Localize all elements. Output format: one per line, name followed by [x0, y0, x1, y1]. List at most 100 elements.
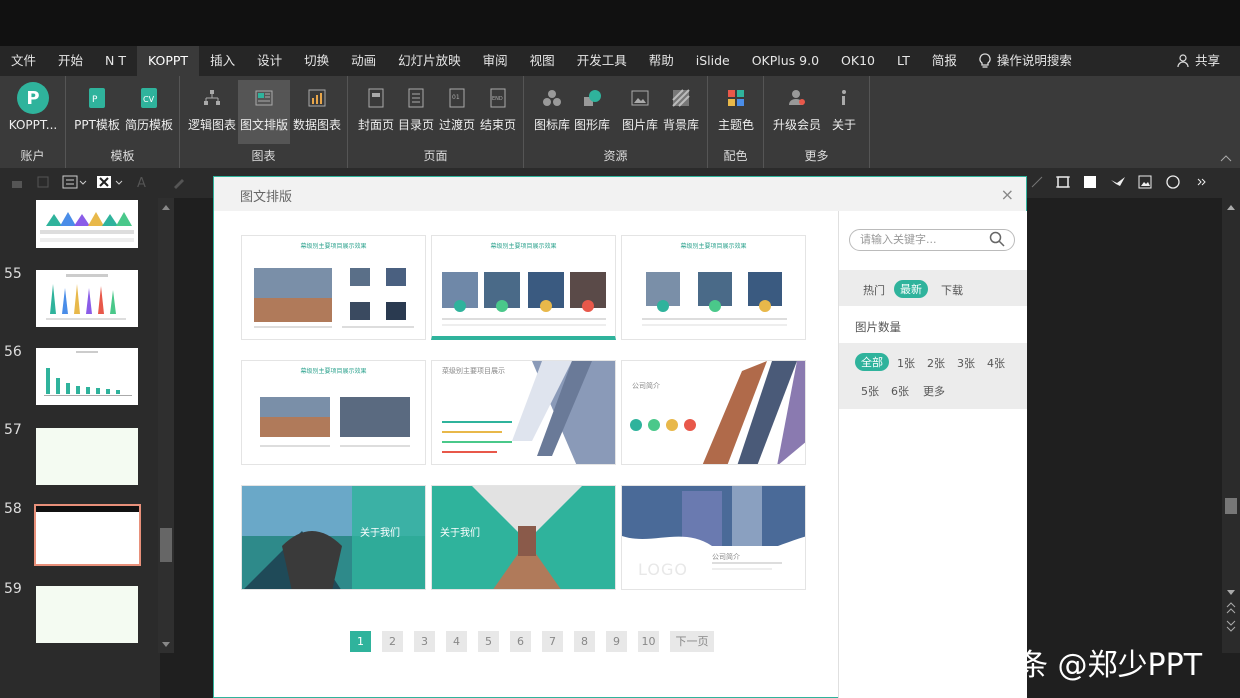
slide-thumb-58-selected[interactable]: [34, 504, 141, 566]
page-button[interactable]: 9: [606, 631, 627, 652]
tab-lt[interactable]: LT: [886, 46, 921, 76]
scroll-up-icon[interactable]: [162, 204, 170, 210]
tab-home[interactable]: 开始: [47, 46, 94, 76]
page-button[interactable]: 4: [446, 631, 467, 652]
upgrade-member-button[interactable]: 升级会员: [770, 80, 824, 144]
fill-square-icon[interactable]: [1083, 174, 1099, 190]
page-button[interactable]: 1: [350, 631, 371, 652]
slide-thumb-55[interactable]: [36, 270, 138, 327]
next-slide-icon[interactable]: [1226, 620, 1236, 632]
page-button[interactable]: 6: [510, 631, 531, 652]
template-card[interactable]: 关于我们: [241, 485, 426, 590]
textbox-icon[interactable]: [62, 174, 88, 190]
slide-panel-scrollbar[interactable]: [158, 198, 174, 653]
sort-hot[interactable]: 热门: [863, 282, 885, 298]
theme-color-button[interactable]: 主题色: [714, 80, 758, 144]
scroll-thumb[interactable]: [160, 528, 172, 562]
tab-okplus[interactable]: OKPlus 9.0: [741, 46, 830, 76]
slide-thumb-59[interactable]: [36, 586, 138, 643]
template-card[interactable]: 幕级别主要项目展示效果: [621, 235, 806, 340]
page-button[interactable]: 8: [574, 631, 595, 652]
next-page-button[interactable]: 下一页: [670, 631, 714, 652]
template-card[interactable]: 公司简介: [621, 360, 806, 465]
bird-icon[interactable]: [1110, 174, 1126, 190]
tab-islide[interactable]: iSlide: [685, 46, 741, 76]
cover-page-button[interactable]: 封面页: [356, 80, 396, 144]
count-3[interactable]: 3张: [957, 355, 975, 371]
close-icon[interactable]: ×: [1001, 185, 1014, 204]
data-chart-button[interactable]: 数据图表: [290, 80, 344, 144]
transform-icon[interactable]: [1030, 174, 1046, 190]
template-card[interactable]: 菜级别主要项目展示: [431, 360, 616, 465]
count-all[interactable]: 全部: [855, 353, 889, 371]
sort-latest[interactable]: 最新: [894, 280, 928, 298]
tab-insert[interactable]: 插入: [199, 46, 246, 76]
page-button[interactable]: 10: [638, 631, 659, 652]
template-card[interactable]: 幕级别主要项目展示效果: [241, 360, 426, 465]
prev-slide-icon[interactable]: [1226, 602, 1236, 614]
background-library-button[interactable]: 背景库: [660, 80, 702, 144]
scroll-up-icon[interactable]: [1227, 204, 1235, 210]
tab-slideshow[interactable]: 幻灯片放映: [387, 46, 472, 76]
count-1[interactable]: 1张: [897, 355, 915, 371]
toc-page-button[interactable]: 目录页: [396, 80, 436, 144]
icon-library-button[interactable]: 图标库: [532, 80, 572, 144]
crop-frame-icon[interactable]: [1056, 174, 1072, 190]
shape-library-button[interactable]: 图形库: [572, 80, 612, 144]
count-5[interactable]: 5张: [861, 383, 879, 399]
tab-file[interactable]: 文件: [0, 46, 47, 76]
tab-design[interactable]: 设计: [246, 46, 293, 76]
select-icon[interactable]: [36, 174, 52, 190]
count-6[interactable]: 6张: [891, 383, 909, 399]
template-card[interactable]: 幕级别主要项目展示效果: [241, 235, 426, 340]
lock-icon[interactable]: [10, 174, 26, 190]
logic-chart-button[interactable]: 逻辑图表: [186, 80, 238, 144]
tab-view[interactable]: 视图: [519, 46, 566, 76]
tab-review[interactable]: 审阅: [472, 46, 519, 76]
slide-thumb-54[interactable]: [36, 200, 138, 248]
slide-thumb-57[interactable]: [36, 428, 138, 485]
count-more[interactable]: 更多: [923, 383, 945, 399]
editor-scrollbar[interactable]: [1222, 198, 1240, 653]
resume-template-button[interactable]: CV 简历模板: [122, 80, 176, 144]
sort-download[interactable]: 下载: [941, 282, 963, 298]
pen-icon[interactable]: [172, 174, 188, 190]
koppt-account-button[interactable]: P KOPPT...: [4, 80, 62, 144]
tab-koppt[interactable]: KOPPT: [137, 46, 200, 76]
page-button[interactable]: 2: [382, 631, 403, 652]
layout-chart-button[interactable]: 图文排版: [238, 80, 290, 144]
ppt-template-button[interactable]: P PPT模板: [72, 80, 122, 144]
picture-icon[interactable]: [1138, 174, 1154, 190]
slide-thumb-56[interactable]: [36, 348, 138, 405]
template-card-selected[interactable]: 幕级别主要项目展示效果: [431, 235, 616, 340]
scroll-down-icon[interactable]: [1227, 590, 1235, 596]
tab-nt[interactable]: N T: [94, 46, 137, 76]
scroll-down-icon[interactable]: [162, 642, 170, 648]
template-card[interactable]: 关于我们: [431, 485, 616, 590]
image-library-button[interactable]: 图片库: [620, 80, 660, 144]
page-button[interactable]: 5: [478, 631, 499, 652]
collapse-ribbon-icon[interactable]: [1220, 154, 1232, 162]
circle-icon[interactable]: [1166, 174, 1182, 190]
about-button[interactable]: 关于: [826, 80, 862, 144]
more-chevron-icon[interactable]: [1196, 174, 1212, 190]
share-button[interactable]: 共享: [1177, 46, 1220, 76]
count-2[interactable]: 2张: [927, 355, 945, 371]
tab-briefing[interactable]: 简报: [921, 46, 968, 76]
font-color-icon[interactable]: A: [136, 174, 152, 191]
page-button[interactable]: 7: [542, 631, 563, 652]
end-page-button[interactable]: END 结束页: [478, 80, 518, 144]
template-card[interactable]: LOGO 公司简介: [621, 485, 806, 590]
count-4[interactable]: 4张: [987, 355, 1005, 371]
tab-transitions[interactable]: 切换: [293, 46, 340, 76]
transition-page-button[interactable]: 01 过渡页: [436, 80, 478, 144]
scroll-thumb[interactable]: [1225, 498, 1237, 514]
tab-help[interactable]: 帮助: [638, 46, 685, 76]
tab-ok10[interactable]: OK10: [830, 46, 886, 76]
search-icon[interactable]: [989, 231, 1005, 247]
excel-icon[interactable]: [96, 174, 126, 190]
tell-me-search[interactable]: 操作说明搜索: [968, 46, 1083, 76]
page-button[interactable]: 3: [414, 631, 435, 652]
tab-animations[interactable]: 动画: [340, 46, 387, 76]
tab-developer[interactable]: 开发工具: [566, 46, 638, 76]
